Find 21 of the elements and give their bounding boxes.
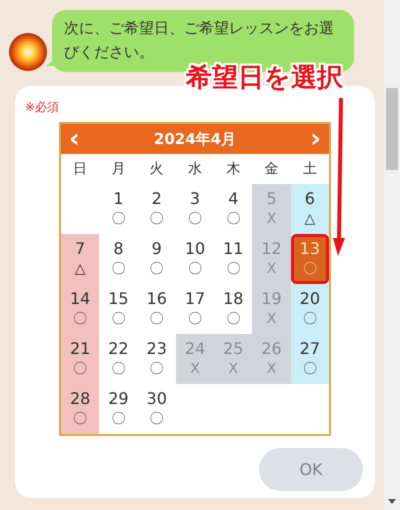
month-title: 2024年4月 xyxy=(154,130,236,148)
required-label: ※必須 xyxy=(25,99,60,116)
date-cell[interactable]: 28 〇 xyxy=(61,384,100,434)
date-cell[interactable]: 6 △ xyxy=(290,184,329,234)
weekday-label: 金 xyxy=(264,160,280,179)
weekday-label: 火 xyxy=(148,160,165,179)
message-text: 次に、ご希望日、ご希望レッスンをお選びください。 xyxy=(64,19,334,61)
date-cell[interactable]: 7 △ xyxy=(61,234,100,284)
scroll-down-icon[interactable] xyxy=(388,499,396,504)
scrollbar-thumb[interactable] xyxy=(386,88,398,170)
weekday-label: 土 xyxy=(302,160,318,179)
avatar-icon xyxy=(8,32,48,72)
weekday-label: 水 xyxy=(186,160,203,179)
weekday-label: 月 xyxy=(110,160,126,179)
weekday-label: 木 xyxy=(225,160,242,179)
date-cell[interactable]: 20 〇 xyxy=(290,284,329,334)
annotation-label: 希望日を選択 xyxy=(186,62,343,94)
date-cell[interactable]: 14 〇 xyxy=(61,284,100,334)
date-cell[interactable]: 27 〇 xyxy=(290,334,329,384)
weekday-label: 日 xyxy=(72,160,88,179)
date-cell[interactable]: 21 〇 xyxy=(61,334,100,384)
